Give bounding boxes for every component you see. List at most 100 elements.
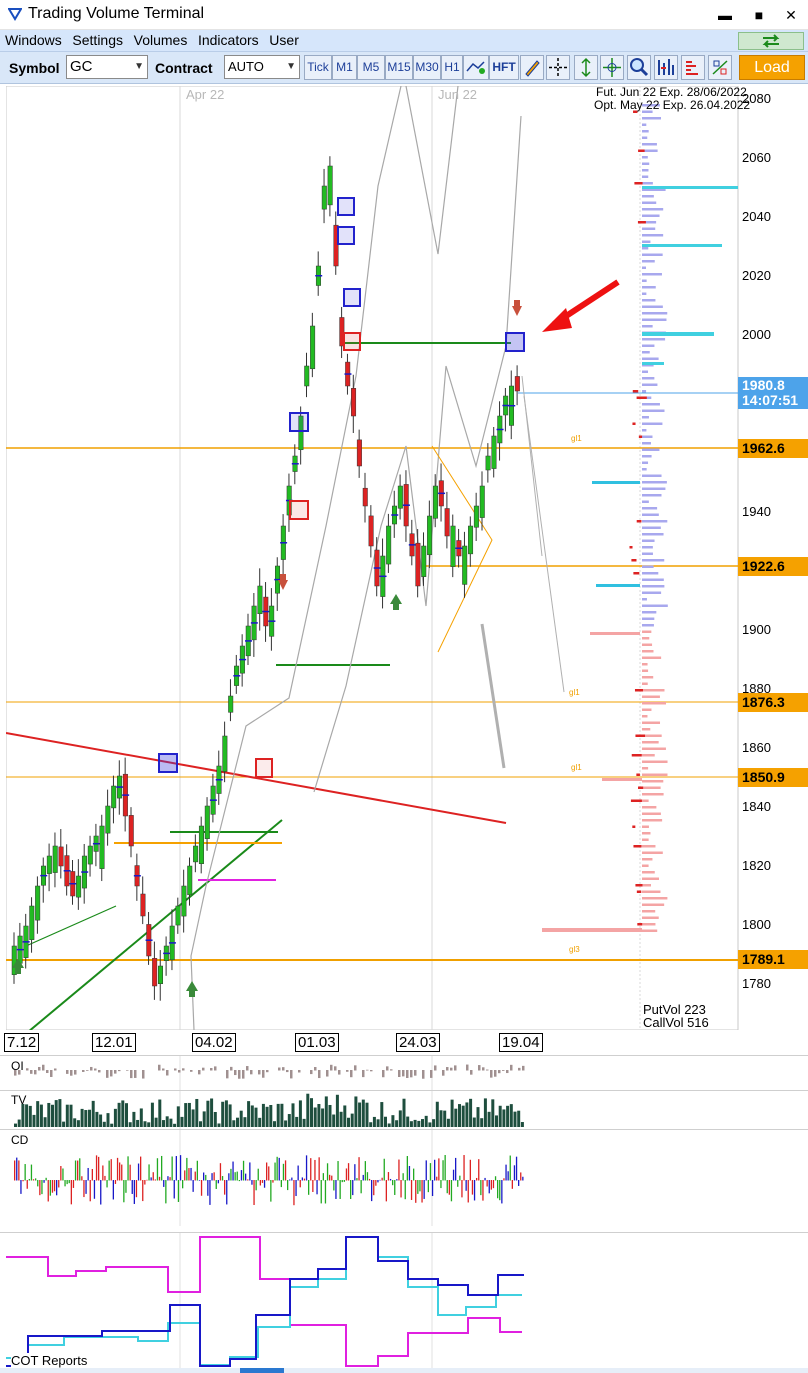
tf-m15-button[interactable]: M15 xyxy=(385,55,413,80)
cd-bar xyxy=(402,1173,404,1181)
menu-settings[interactable]: Settings xyxy=(70,32,125,48)
cd-bar xyxy=(203,1172,205,1181)
oi-bar xyxy=(46,1070,49,1074)
current-time: 14:07:51 xyxy=(742,392,799,408)
symbol-select[interactable]: GC ▼ xyxy=(66,55,148,79)
profile-bar xyxy=(592,481,640,484)
profile-bar xyxy=(642,585,665,588)
tf-m30-button[interactable]: M30 xyxy=(413,55,441,80)
cd-bar xyxy=(152,1172,154,1181)
cd-bar xyxy=(450,1180,453,1202)
profile-bar xyxy=(642,520,668,523)
cd-bar xyxy=(381,1177,383,1181)
candle xyxy=(87,845,93,865)
menu-windows[interactable]: Windows xyxy=(3,32,64,48)
cd-bar xyxy=(406,1156,408,1181)
profile-bar xyxy=(642,929,658,932)
cd-panel[interactable]: CD xyxy=(6,1130,808,1226)
contract-select[interactable]: AUTO ▼ xyxy=(224,55,300,79)
cd-bar xyxy=(452,1169,455,1181)
cd-bar xyxy=(425,1160,427,1181)
tv-bar xyxy=(99,1114,103,1127)
scrollbar-thumb[interactable] xyxy=(240,1368,284,1373)
profile-bar xyxy=(642,351,650,354)
oi-bar xyxy=(442,1070,445,1076)
sync-button[interactable] xyxy=(738,32,804,50)
cd-bar xyxy=(161,1155,163,1181)
cd-bar xyxy=(207,1180,209,1196)
close-button[interactable]: ✕ xyxy=(774,0,808,30)
oi-bar xyxy=(126,1070,129,1071)
tv-bar xyxy=(128,1122,132,1127)
oi-bar xyxy=(230,1066,233,1071)
cd-bar xyxy=(423,1180,425,1199)
profile-bar xyxy=(642,546,653,549)
cd-bar xyxy=(64,1180,66,1187)
candle xyxy=(204,805,210,839)
tv-bar xyxy=(513,1111,517,1127)
delta-button[interactable] xyxy=(708,55,732,80)
tv-bar xyxy=(243,1117,247,1127)
cd-bar xyxy=(133,1180,135,1204)
volume-profile-button[interactable] xyxy=(654,55,678,80)
profile-bar xyxy=(642,299,656,302)
star-chart-button[interactable] xyxy=(463,55,489,80)
tv-bar xyxy=(54,1100,58,1127)
profile-bar xyxy=(642,234,664,237)
cd-bar xyxy=(219,1163,222,1181)
oi-panel[interactable]: OI xyxy=(6,1056,808,1090)
cd-bar xyxy=(98,1156,100,1181)
tf-m5-button[interactable]: M5 xyxy=(357,55,385,80)
profile-bar xyxy=(642,793,664,796)
move-button[interactable] xyxy=(600,55,624,80)
minimize-button[interactable]: ▬ xyxy=(708,0,742,30)
cd-bar xyxy=(209,1180,211,1205)
tv-panel[interactable]: TV xyxy=(6,1091,808,1129)
tv-bar xyxy=(358,1102,362,1127)
candle xyxy=(427,515,433,556)
zoom-button[interactable] xyxy=(627,55,651,80)
cd-bar xyxy=(192,1180,194,1192)
vertical-scale-button[interactable] xyxy=(574,55,598,80)
bars-button[interactable] xyxy=(681,55,705,80)
cd-bar xyxy=(234,1172,236,1181)
cd-bar xyxy=(497,1180,499,1199)
cd-bar xyxy=(14,1160,16,1181)
hft-button[interactable]: HFT xyxy=(489,55,519,80)
maximize-button[interactable]: ■ xyxy=(742,0,776,30)
menu-indicators[interactable]: Indicators xyxy=(196,32,261,48)
crosshair-button[interactable] xyxy=(546,55,570,80)
cd-bar xyxy=(53,1180,56,1192)
price-tick: 2040 xyxy=(742,209,771,224)
oi-bar xyxy=(346,1070,349,1072)
load-button[interactable]: Load xyxy=(739,55,805,80)
tv-bar xyxy=(47,1102,51,1127)
tv-bar xyxy=(413,1119,417,1127)
menu-volumes[interactable]: Volumes xyxy=(132,32,190,48)
cd-bar xyxy=(45,1177,47,1181)
tf-h1-button[interactable]: H1 xyxy=(441,55,463,80)
tf-m1-button[interactable]: M1 xyxy=(332,55,357,80)
cd-bar xyxy=(211,1173,213,1181)
tv-bar xyxy=(224,1100,228,1127)
tf-tick-button[interactable]: Tick xyxy=(304,55,332,80)
candle xyxy=(473,505,479,528)
main-chart[interactable]: gl1 gl1 gl1 gl3 Apr 22 Jun 22 Fut. Jun 2… xyxy=(5,85,808,1033)
cot-panel[interactable]: COT Reports xyxy=(6,1233,808,1368)
pencil-button[interactable] xyxy=(520,55,544,80)
menu-user[interactable]: User xyxy=(267,32,301,48)
tv-bar xyxy=(39,1104,43,1127)
cd-bar xyxy=(135,1180,138,1198)
tv-bar xyxy=(206,1100,210,1127)
cd-bar xyxy=(287,1180,289,1191)
cd-bar xyxy=(459,1175,461,1181)
date-axis[interactable]: 7.12 12.01 04.02 01.03 24.03 19.04 xyxy=(4,1033,808,1053)
profile-bar xyxy=(642,559,665,562)
cot-label: COT Reports xyxy=(11,1353,88,1368)
cd-bar xyxy=(398,1159,400,1181)
tv-bar xyxy=(365,1102,369,1127)
tv-bar xyxy=(125,1103,128,1127)
cd-bar xyxy=(146,1179,148,1181)
oi-bar xyxy=(82,1070,85,1072)
candle xyxy=(222,735,228,772)
